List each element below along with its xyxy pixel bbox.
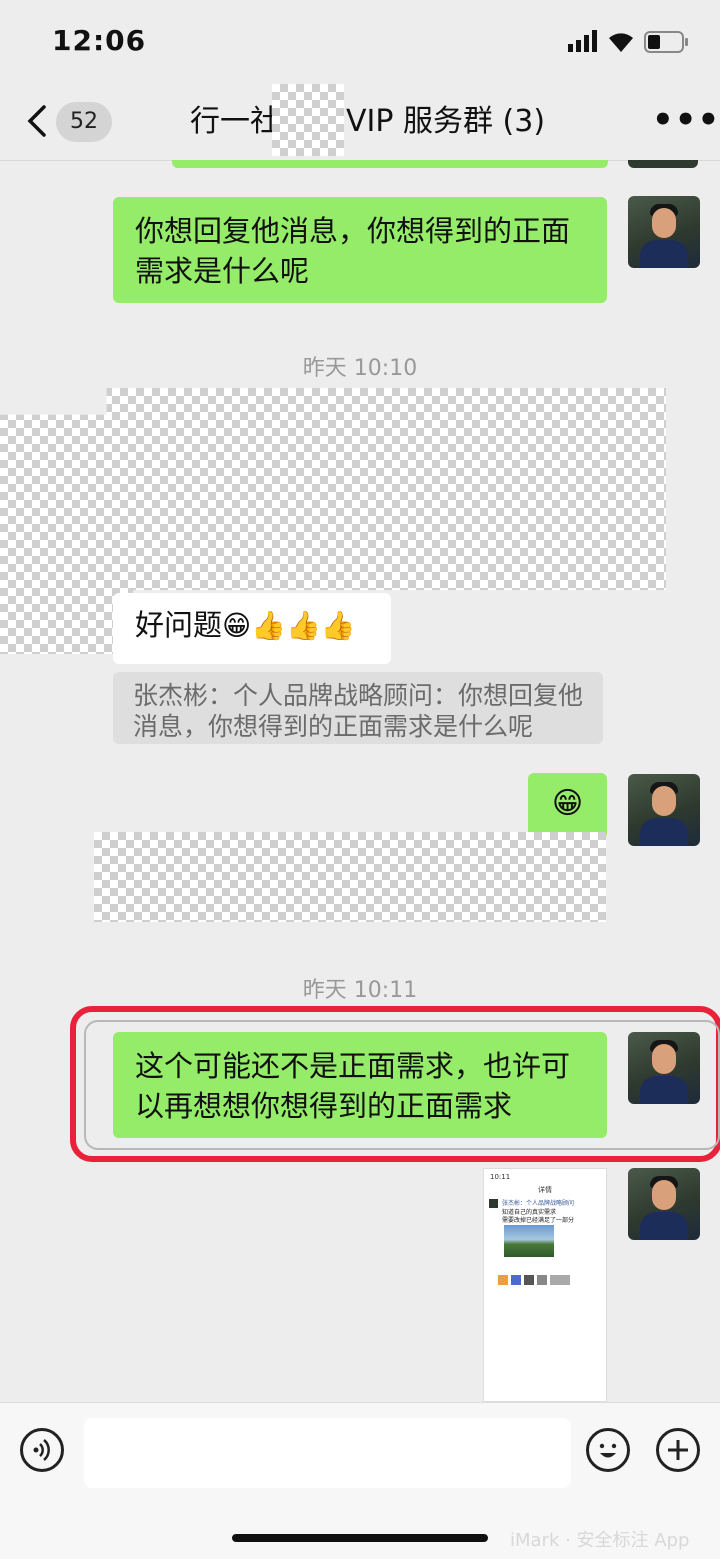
- chat-title-right: VIP 服务群 (3): [346, 104, 546, 139]
- unread-count-badge[interactable]: 52: [56, 102, 112, 142]
- timestamp: 昨天 10:10: [302, 356, 418, 381]
- thumb-status-time: 10:11: [490, 1173, 511, 1181]
- thumb-avatar: [489, 1199, 498, 1208]
- plus-icon[interactable]: [656, 1428, 700, 1472]
- message-text: 好问题: [135, 608, 223, 642]
- partial-avatar: [628, 160, 698, 168]
- emoji-icon[interactable]: [586, 1428, 630, 1472]
- message-text: 你想回复他消息，你想得到的正面需求是什么呢: [135, 214, 571, 288]
- avatar[interactable]: [628, 1168, 700, 1240]
- battery-icon: [644, 30, 690, 54]
- avatar[interactable]: [628, 1032, 700, 1104]
- thumb-likes-row: [498, 1275, 570, 1285]
- timestamp: 昨天 10:11: [302, 978, 418, 1003]
- redacted-image-block: [94, 832, 606, 922]
- wifi-icon: [606, 28, 636, 54]
- emoji-reaction: 😁👍👍👍: [222, 609, 356, 642]
- message-bubble[interactable]: 😁: [528, 773, 607, 839]
- message-input[interactable]: [84, 1418, 571, 1488]
- thumb-photo: [504, 1225, 554, 1257]
- quote-text: 张杰彬：个人品牌战略顾问：你想回复他消息，你想得到的正面需求是什么呢: [133, 681, 584, 741]
- message-bubble[interactable]: 这个可能还不是正面需求，也许可以再想想你想得到的正面需求: [113, 1032, 607, 1138]
- signal-icon: [568, 30, 598, 54]
- quoted-message[interactable]: 张杰彬：个人品牌战略顾问：你想回复他消息，你想得到的正面需求是什么呢: [113, 672, 603, 744]
- screenshot-image-message[interactable]: 10:11 详情 张杰彬：个人品牌战略顾问 知道自己的真实需求 需要改掉已经满足…: [483, 1168, 607, 1402]
- partial-message-bubble: [172, 160, 608, 168]
- voice-icon[interactable]: [20, 1428, 64, 1472]
- more-icon[interactable]: •••: [652, 100, 720, 140]
- watermark: iMark · 安全标注 App: [510, 1530, 690, 1551]
- avatar[interactable]: [628, 774, 700, 846]
- avatar[interactable]: [628, 196, 700, 268]
- home-indicator[interactable]: [232, 1534, 488, 1542]
- redacted-title-block: [272, 84, 344, 156]
- thumb-name: 张杰彬：个人品牌战略顾问: [502, 1200, 575, 1207]
- message-text: 这个可能还不是正面需求，也许可以再想想你想得到的正面需求: [135, 1049, 571, 1123]
- thumb-line: 需要改掉已经满足了一部分: [502, 1217, 575, 1224]
- emoji-message: 😁: [551, 786, 584, 821]
- status-time: 12:06: [52, 24, 147, 57]
- chat-title-left: 行一社: [190, 104, 280, 139]
- message-bubble[interactable]: 你想回复他消息，你想得到的正面需求是什么呢: [113, 197, 607, 303]
- thumb-header: 详情: [538, 1186, 552, 1194]
- message-bubble[interactable]: 好问题😁👍👍👍: [113, 593, 391, 664]
